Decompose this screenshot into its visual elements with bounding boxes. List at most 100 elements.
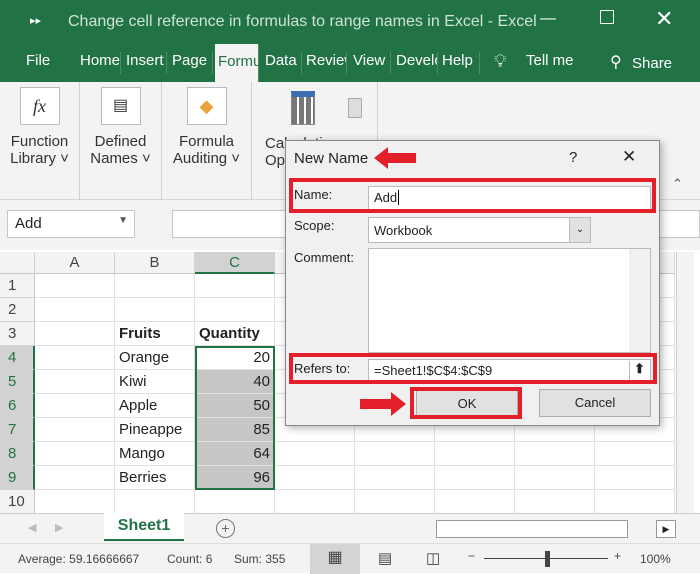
cell[interactable]: [435, 490, 515, 514]
comment-textarea[interactable]: [368, 248, 651, 353]
cell[interactable]: [35, 370, 115, 394]
share-icon: ⚲: [610, 54, 622, 71]
table-header-fruits[interactable]: Fruits: [115, 322, 195, 346]
cell[interactable]: [35, 346, 115, 370]
defined-names-group[interactable]: ▤ Defined Names ˅: [80, 82, 162, 200]
row-header[interactable]: 8: [0, 442, 35, 466]
column-header[interactable]: B: [115, 252, 195, 274]
page-layout-view-icon[interactable]: ▤: [378, 549, 392, 567]
cell[interactable]: [595, 442, 675, 466]
column-header[interactable]: A: [35, 252, 115, 274]
cell-fruit[interactable]: Pineappe: [115, 418, 195, 442]
calculate-now-icon[interactable]: [348, 98, 362, 118]
close-icon[interactable]: ✕: [655, 6, 673, 32]
sheet-tab-sheet1[interactable]: Sheet1: [104, 513, 184, 541]
cell-fruit[interactable]: Apple: [115, 394, 195, 418]
prev-sheet-icon[interactable]: ◀: [28, 521, 36, 534]
row-header[interactable]: 6: [0, 394, 35, 418]
comment-scrollbar[interactable]: [629, 249, 650, 352]
page-break-view-icon[interactable]: ◫: [426, 549, 440, 567]
cell[interactable]: [355, 442, 435, 466]
tab-home[interactable]: Home: [80, 52, 121, 74]
cell[interactable]: [275, 442, 355, 466]
cell[interactable]: [35, 322, 115, 346]
cell[interactable]: [35, 466, 115, 490]
tell-me-search[interactable]: Tell me: [526, 52, 576, 74]
cell[interactable]: [35, 442, 115, 466]
zoom-slider-thumb[interactable]: [545, 551, 550, 567]
formula-auditing-group[interactable]: ◆ Formula Auditing ˅: [162, 82, 252, 200]
row-header[interactable]: 9: [0, 466, 35, 490]
tab-view[interactable]: View: [353, 52, 391, 74]
zoom-in-icon[interactable]: +: [614, 549, 621, 563]
dialog-close-icon[interactable]: ✕: [622, 147, 636, 167]
cell[interactable]: [35, 298, 115, 322]
row-header[interactable]: 4: [0, 346, 35, 370]
cell[interactable]: [435, 466, 515, 490]
cell[interactable]: [275, 490, 355, 514]
row-header[interactable]: 5: [0, 370, 35, 394]
cell[interactable]: [195, 274, 275, 298]
name-box[interactable]: Add ▼: [7, 210, 135, 238]
horizontal-scrollbar[interactable]: [436, 520, 628, 538]
cell[interactable]: [595, 490, 675, 514]
scope-select[interactable]: Workbook ⌄: [368, 217, 591, 243]
chevron-down-icon[interactable]: ▼: [118, 215, 128, 226]
cell[interactable]: [115, 490, 195, 514]
cell[interactable]: [35, 418, 115, 442]
cell[interactable]: [355, 466, 435, 490]
help-button[interactable]: ?: [569, 149, 577, 166]
cell[interactable]: [35, 490, 115, 514]
cell[interactable]: [355, 490, 435, 514]
cell[interactable]: [275, 466, 355, 490]
table-header-quantity[interactable]: Quantity: [195, 322, 275, 346]
row-header[interactable]: 7: [0, 418, 35, 442]
cell[interactable]: [595, 466, 675, 490]
function-library-group[interactable]: fx Function Library ˅: [0, 82, 80, 200]
cell[interactable]: [35, 394, 115, 418]
cell[interactable]: [115, 274, 195, 298]
tab-file[interactable]: File: [26, 52, 52, 74]
chevron-down-icon[interactable]: ⌄: [569, 218, 590, 242]
cell-fruit[interactable]: Orange: [115, 346, 195, 370]
tab-developer[interactable]: Developer: [396, 52, 438, 74]
cell[interactable]: [35, 274, 115, 298]
next-sheet-icon[interactable]: ▶: [55, 521, 63, 534]
cell[interactable]: [515, 442, 595, 466]
comment-label: Comment:: [294, 250, 354, 265]
tab-formulas[interactable]: Formulas: [215, 44, 259, 82]
select-all-corner[interactable]: [0, 252, 35, 274]
cell-fruit[interactable]: Kiwi: [115, 370, 195, 394]
minimize-icon[interactable]: —: [540, 10, 556, 28]
row-header[interactable]: 10: [0, 490, 35, 514]
cell-fruit[interactable]: Berries: [115, 466, 195, 490]
tab-review[interactable]: Review: [306, 52, 347, 74]
cell-fruit[interactable]: Mango: [115, 442, 195, 466]
cell[interactable]: [195, 490, 275, 514]
cell[interactable]: [515, 490, 595, 514]
cancel-button[interactable]: Cancel: [539, 389, 651, 417]
quick-access-icon[interactable]: ▸▸: [30, 14, 41, 27]
maximize-icon[interactable]: [600, 10, 614, 24]
zoom-out-icon[interactable]: −: [468, 549, 475, 563]
row-header[interactable]: 2: [0, 298, 35, 322]
tab-page-layout[interactable]: Page: [172, 52, 213, 74]
cell[interactable]: [515, 466, 595, 490]
tab-help[interactable]: Help: [442, 52, 480, 74]
cell[interactable]: [115, 298, 195, 322]
sheet-tab-bar: ◀ ▶ Sheet1 + ▶: [0, 513, 700, 543]
add-sheet-icon[interactable]: +: [216, 519, 235, 538]
cell[interactable]: [435, 442, 515, 466]
cell[interactable]: [195, 298, 275, 322]
tab-insert[interactable]: Insert: [126, 52, 167, 74]
vertical-scrollbar[interactable]: [676, 252, 694, 514]
scroll-right-icon[interactable]: ▶: [656, 520, 676, 538]
normal-view-icon[interactable]: ▦: [310, 544, 360, 574]
row-header[interactable]: 3: [0, 322, 35, 346]
title-arrow-icon: [374, 147, 416, 169]
collapse-ribbon-icon[interactable]: ⌃: [672, 176, 683, 192]
share-button[interactable]: Share: [632, 55, 674, 77]
column-header[interactable]: C: [195, 252, 275, 274]
row-header[interactable]: 1: [0, 274, 35, 298]
tab-data[interactable]: Data: [265, 52, 302, 74]
